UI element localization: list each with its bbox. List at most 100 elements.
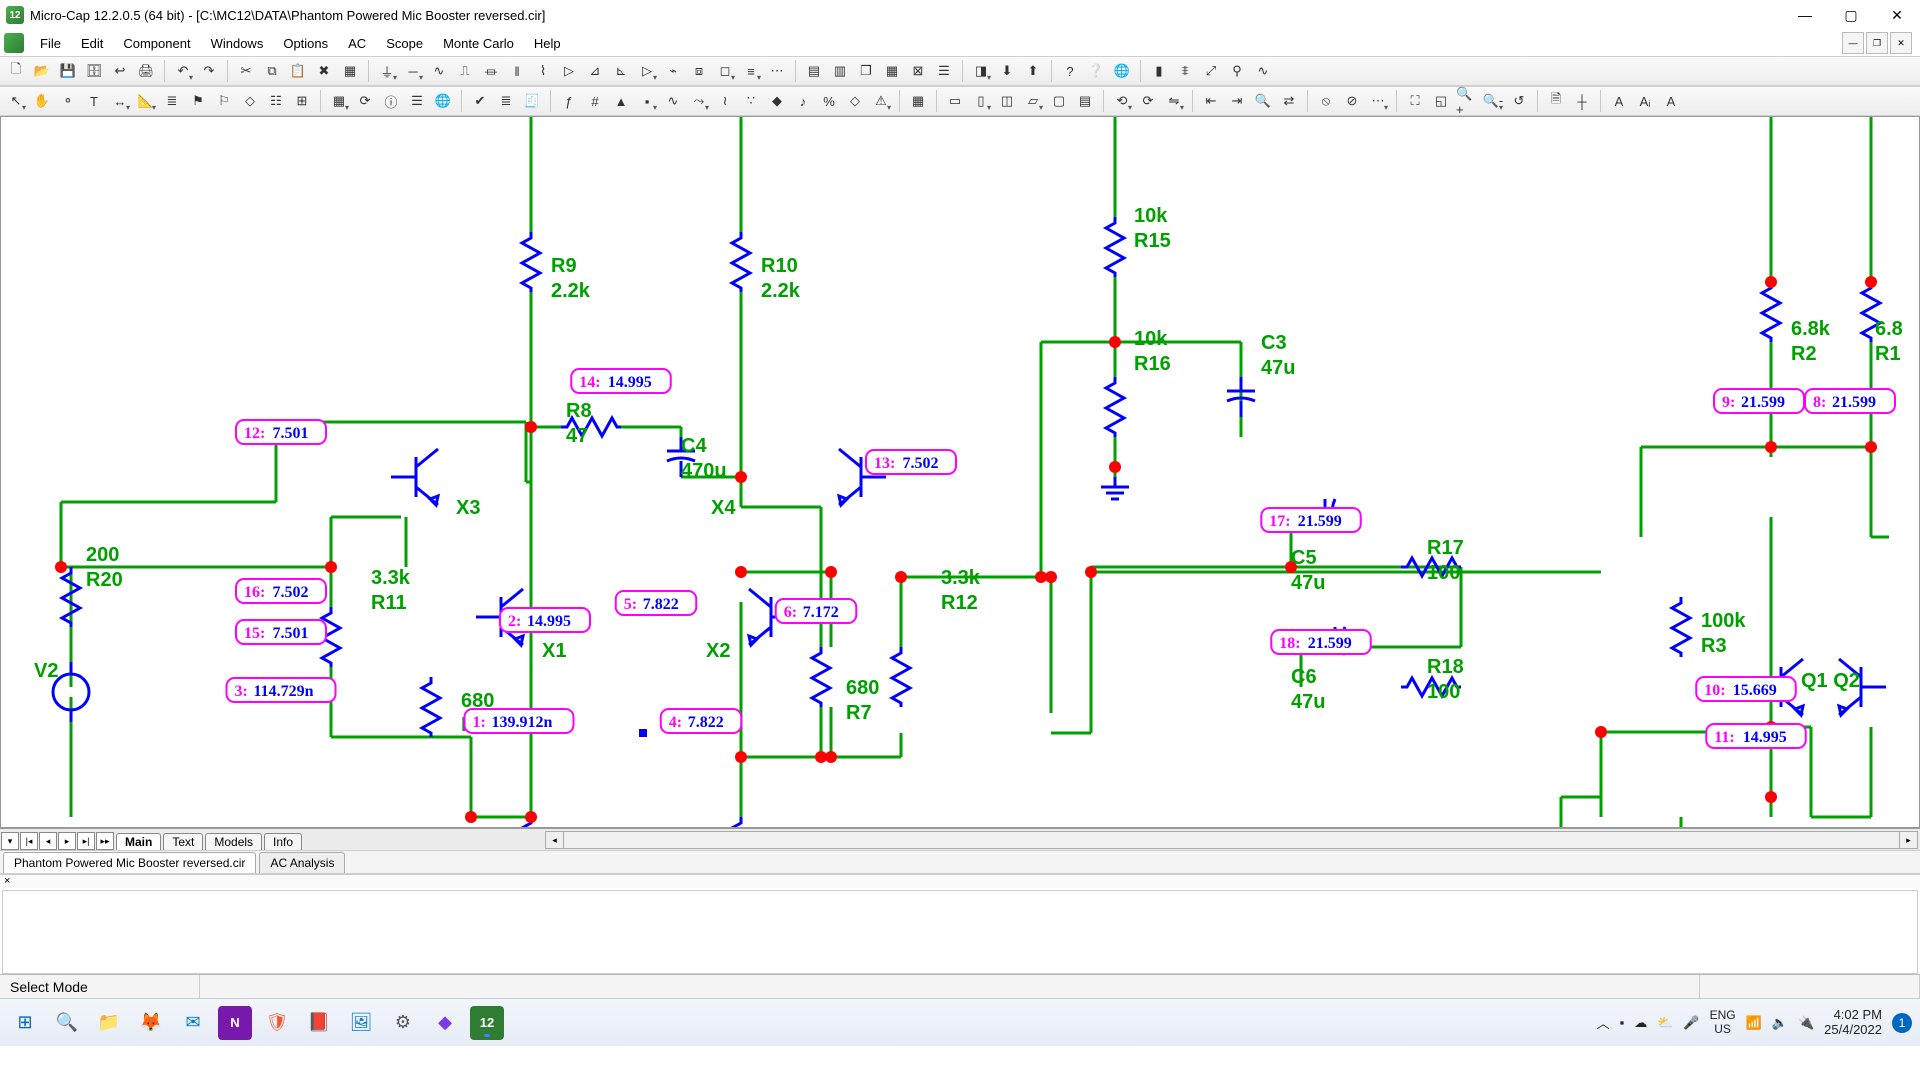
- sweep-icon[interactable]: ⤳: [687, 89, 711, 113]
- tray-cpu-icon[interactable]: ▪: [1620, 1015, 1625, 1030]
- new-file-icon[interactable]: 🗋: [4, 59, 28, 83]
- import-icon[interactable]: ⬇: [995, 59, 1019, 83]
- npn-icon[interactable]: ⊿: [583, 59, 607, 83]
- menu-monte-carlo[interactable]: Monte Carlo: [433, 33, 524, 54]
- warning-icon[interactable]: ⚠: [869, 89, 893, 113]
- shape-icon[interactable]: ◇: [238, 89, 262, 113]
- font-a-icon[interactable]: A: [1607, 89, 1631, 113]
- harmonic-icon[interactable]: ♪: [791, 89, 815, 113]
- refresh-icon[interactable]: ⟳: [353, 89, 377, 113]
- sheet-nav-prev-button[interactable]: |◂: [20, 832, 38, 850]
- tray-cloud-icon[interactable]: ⛅: [1657, 1015, 1673, 1031]
- switch-icon[interactable]: ⌁: [661, 59, 685, 83]
- ground-icon[interactable]: ⏚: [375, 59, 399, 83]
- tray-weather-icon[interactable]: ☁: [1634, 1015, 1647, 1031]
- cancel-icon[interactable]: ⊘: [1340, 89, 1364, 113]
- sheet-tab-text[interactable]: Text: [163, 833, 203, 850]
- highlight-icon[interactable]: ▲: [609, 89, 633, 113]
- task-brave-icon[interactable]: 🛡: [260, 1006, 294, 1040]
- port-icon[interactable]: ◻: [713, 59, 737, 83]
- trace-icon[interactable]: ∿: [661, 89, 685, 113]
- window2-icon[interactable]: ▯: [969, 89, 993, 113]
- info-icon[interactable]: ⓘ: [379, 89, 403, 113]
- arrange-icon[interactable]: ▦: [880, 59, 904, 83]
- task-onenote-icon[interactable]: N: [218, 1006, 252, 1040]
- grid-toggle-icon[interactable]: ▦: [906, 89, 930, 113]
- input-indicator[interactable]: ENGUS: [1710, 1009, 1736, 1035]
- print-icon[interactable]: 🖨: [134, 59, 158, 83]
- select-all-icon[interactable]: ▦: [338, 59, 362, 83]
- sheet-nav-fwd-button[interactable]: ▸: [58, 832, 76, 850]
- evaluate-icon[interactable]: ƒ: [557, 89, 581, 113]
- sheet-nav-first-button[interactable]: ▾: [1, 832, 19, 850]
- sheet-nav-last-button[interactable]: ▸▸: [96, 832, 114, 850]
- measure-icon[interactable]: ↔: [108, 89, 132, 113]
- sine-source-icon[interactable]: ∿: [427, 59, 451, 83]
- task-search-icon[interactable]: 🔍: [50, 1006, 84, 1040]
- schematic-canvas[interactable]: R92.2kR102.2kR847C4470uX3X43.3kR113.3kR1…: [0, 116, 1920, 828]
- more-parts-icon[interactable]: ⋯: [765, 59, 789, 83]
- help-icon[interactable]: ?: [1058, 59, 1082, 83]
- tray-notifications[interactable]: 1: [1892, 1013, 1912, 1033]
- tile-v-icon[interactable]: ▥: [828, 59, 852, 83]
- task-microcap-icon[interactable]: 12: [470, 1006, 504, 1040]
- task-mail-icon[interactable]: ✉: [176, 1006, 210, 1040]
- chart-line-icon[interactable]: ⩨: [1173, 59, 1197, 83]
- maximize-button[interactable]: ▢: [1828, 0, 1874, 30]
- ruler-icon[interactable]: 📐: [134, 89, 158, 113]
- probe-icon[interactable]: ⚲: [1225, 59, 1249, 83]
- distortion-icon[interactable]: %: [817, 89, 841, 113]
- cut-icon[interactable]: ✂: [234, 59, 258, 83]
- revert-icon[interactable]: ↩: [108, 59, 132, 83]
- bom-icon[interactable]: 🧾: [520, 89, 544, 113]
- layout-icon[interactable]: ▤: [1073, 89, 1097, 113]
- rotate-cw-icon[interactable]: ⟳: [1136, 89, 1160, 113]
- undo-icon[interactable]: ↶: [171, 59, 195, 83]
- tray-chevron-up-icon[interactable]: ︿: [1597, 1013, 1610, 1032]
- bus-icon[interactable]: ≡: [739, 59, 763, 83]
- delete-icon[interactable]: ✖: [312, 59, 336, 83]
- envelope-icon[interactable]: ≀: [713, 89, 737, 113]
- menu-file[interactable]: File: [30, 33, 71, 54]
- flag-icon[interactable]: ⚑: [186, 89, 210, 113]
- opamp-icon[interactable]: ▷: [635, 59, 659, 83]
- noise-icon[interactable]: ∵: [739, 89, 763, 113]
- view-grid-icon[interactable]: ┼: [1570, 89, 1594, 113]
- zoom-fit-icon[interactable]: ⛶: [1403, 89, 1427, 113]
- tray-clock[interactable]: 4:02 PM25/4/2022: [1824, 1008, 1882, 1037]
- marker-icon[interactable]: ◆: [765, 89, 789, 113]
- sheet-tab-main[interactable]: Main: [116, 833, 161, 850]
- stop-icon[interactable]: ⦸: [1314, 89, 1338, 113]
- globe-icon[interactable]: 🌐: [431, 89, 455, 113]
- sheet-nav-back-button[interactable]: ◂: [39, 832, 57, 850]
- chart-bar-icon[interactable]: ▮: [1147, 59, 1171, 83]
- diode-icon[interactable]: ▷: [557, 59, 581, 83]
- task-explorer-icon[interactable]: 📁: [92, 1006, 126, 1040]
- align-l-icon[interactable]: ⇤: [1199, 89, 1223, 113]
- open-file-icon[interactable]: 📂: [30, 59, 54, 83]
- text-icon[interactable]: T: [82, 89, 106, 113]
- horizontal-scrollbar[interactable]: ◂ ▸: [545, 831, 1918, 849]
- context-help-icon[interactable]: ❔: [1084, 59, 1108, 83]
- zoom-prev-icon[interactable]: ↺: [1507, 89, 1531, 113]
- zoom-in-icon[interactable]: 🔍+: [1455, 89, 1479, 113]
- sheet-tab-models[interactable]: Models: [205, 833, 262, 850]
- zoom-region-icon[interactable]: ⚬: [56, 89, 80, 113]
- select-icon[interactable]: ↖: [4, 89, 28, 113]
- file-tab-0[interactable]: Phantom Powered Mic Booster reversed.cir: [3, 852, 256, 873]
- close-all-icon[interactable]: ⊠: [906, 59, 930, 83]
- menu-component[interactable]: Component: [113, 33, 200, 54]
- grid-setup-icon[interactable]: ⊞: [290, 89, 314, 113]
- transformer-icon[interactable]: ⧈: [687, 59, 711, 83]
- pnp-icon[interactable]: ⊾: [609, 59, 633, 83]
- menu-options[interactable]: Options: [273, 33, 338, 54]
- copy-icon[interactable]: ⧉: [260, 59, 284, 83]
- zoom-sel-icon[interactable]: ◱: [1429, 89, 1453, 113]
- marker2-icon[interactable]: ◇: [843, 89, 867, 113]
- net-icon[interactable]: ☷: [264, 89, 288, 113]
- task-settings-icon[interactable]: ⚙: [386, 1006, 420, 1040]
- flag2-icon[interactable]: ⚐: [212, 89, 236, 113]
- check-icon[interactable]: ✔: [468, 89, 492, 113]
- output-pane[interactable]: [2, 890, 1918, 974]
- window3-icon[interactable]: ◫: [995, 89, 1019, 113]
